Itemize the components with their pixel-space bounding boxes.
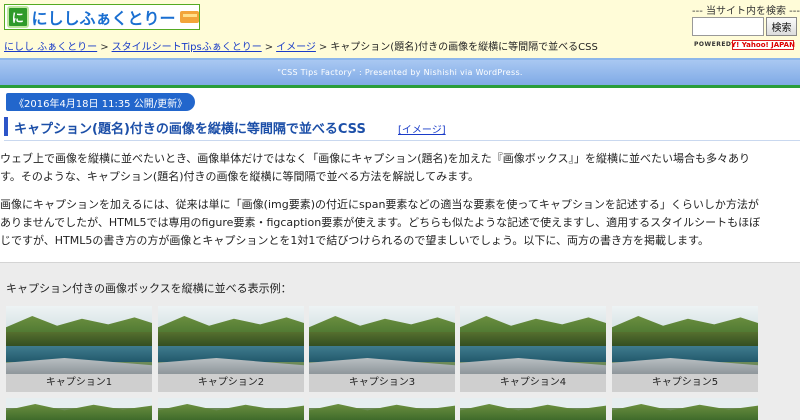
river-photo	[612, 306, 758, 374]
breadcrumb-link-home[interactable]: にしし ふぁくとりー	[4, 42, 97, 53]
image-caption: キャプション4	[460, 374, 606, 392]
title-divider	[4, 140, 800, 141]
river-photo	[158, 398, 304, 420]
body-text-line: ありませんでしたが、HTML5では専用のfigure要素・figcaption要…	[0, 216, 761, 229]
image-box: キャプション2	[158, 306, 304, 392]
search-button[interactable]: 検索	[766, 17, 797, 36]
site-tagline-band: "CSS Tips Factory" : Presented by Nishis…	[0, 60, 800, 85]
post-category: [イメージ]	[398, 121, 446, 136]
image-box: キャプション5	[612, 306, 758, 392]
category-link-image[interactable]: [イメージ]	[398, 125, 446, 136]
site-header: に にししふぁくとりー --- 当サイト内を検索 --- 検索 POWERED …	[0, 0, 800, 58]
body-text-line: 画像にキャプションを加えるには、従来は単に「画像(img要素)の付近にspan要…	[0, 198, 759, 211]
image-caption: キャプション1	[6, 374, 152, 392]
body-text-line: す。そのような、キャプション(題名)付きの画像を縦横に等間隔で並べる方法を解説し…	[0, 170, 480, 183]
river-photo	[309, 306, 455, 374]
breadcrumb-link-css-tips[interactable]: スタイルシートTipsふぁくとりー	[112, 42, 262, 53]
body-text-line: ウェブ上で画像を縦横に並べたいとき、画像単体だけではなく「画像にキャプション(題…	[0, 152, 750, 165]
river-photo	[460, 306, 606, 374]
post-date: 《2016年4月18日 11:35 公開/更新》	[6, 93, 196, 111]
logo-badge-icon	[179, 11, 199, 23]
body-text-line: じですが、HTML5の書き方の方が画像とキャプションとを1対1で結びつけられるの…	[0, 234, 709, 247]
logo-mark-icon: に	[7, 6, 29, 28]
example-label: キャプション付きの画像ボックスを縦横に並べる表示例：	[6, 282, 292, 295]
breadcrumb-separator: >	[318, 42, 328, 53]
search-input[interactable]	[692, 17, 764, 36]
yahoo-japan-logo: Y! Yahoo! JAPAN	[731, 40, 795, 50]
image-box: キャプション1	[6, 306, 152, 392]
image-box: キャプション3	[309, 306, 455, 392]
page-title: キャプション(題名)付きの画像を縦横に等間隔で並べるCSS	[14, 122, 366, 137]
breadcrumb-separator: >	[264, 42, 274, 53]
river-photo	[158, 306, 304, 374]
logo-text: にししふぁくとりー	[31, 9, 176, 28]
site-search-label: --- 当サイト内を検索 ---	[692, 6, 800, 17]
site-logo[interactable]: に にししふぁくとりー	[4, 4, 200, 30]
band-bottom-border	[0, 85, 800, 88]
breadcrumb-link-image[interactable]: イメージ	[276, 42, 316, 53]
image-caption: キャプション3	[309, 374, 455, 392]
breadcrumb-current: キャプション(題名)付きの画像を縦横に等間隔で並べるCSS	[330, 42, 598, 53]
river-photo	[309, 398, 455, 420]
breadcrumb-separator: >	[100, 42, 109, 53]
river-photo	[6, 306, 152, 374]
breadcrumb: にしし ふぁくとりー > スタイルシートTipsふぁくとりー > イメージ > キャプション…	[4, 38, 598, 53]
title-accent-bar	[4, 117, 8, 136]
river-photo	[460, 398, 606, 420]
river-photo	[612, 398, 758, 420]
river-photo	[6, 398, 152, 420]
site-tagline: "CSS Tips Factory" : Presented by Nishis…	[277, 68, 523, 77]
image-caption: キャプション2	[158, 374, 304, 392]
image-caption: キャプション5	[612, 374, 758, 392]
image-box: キャプション4	[460, 306, 606, 392]
